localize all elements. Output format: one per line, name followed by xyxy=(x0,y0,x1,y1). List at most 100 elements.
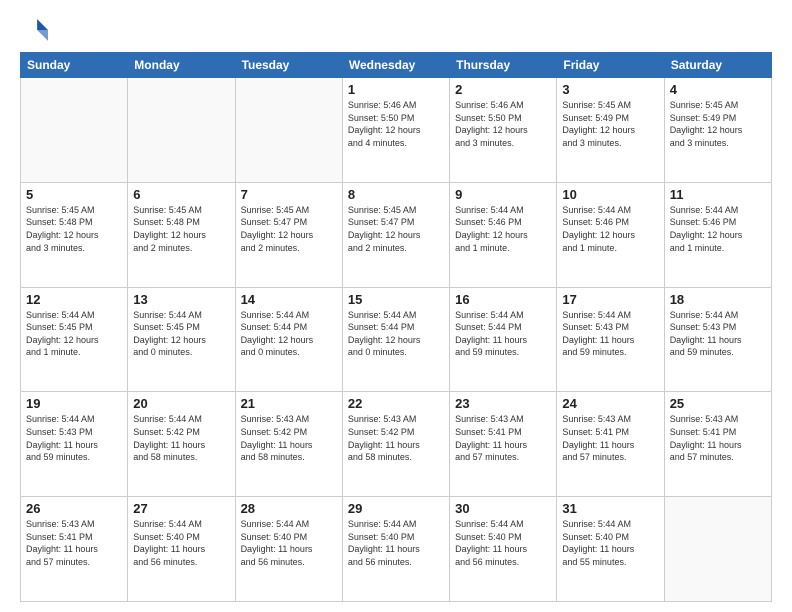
day-info: Sunrise: 5:46 AM Sunset: 5:50 PM Dayligh… xyxy=(348,99,444,149)
day-info: Sunrise: 5:46 AM Sunset: 5:50 PM Dayligh… xyxy=(455,99,551,149)
day-info: Sunrise: 5:43 AM Sunset: 5:41 PM Dayligh… xyxy=(670,413,766,463)
day-info: Sunrise: 5:44 AM Sunset: 5:40 PM Dayligh… xyxy=(348,518,444,568)
day-number: 22 xyxy=(348,396,444,411)
calendar-cell: 19 Sunrise: 5:44 AM Sunset: 5:43 PM Dayli… xyxy=(21,392,128,497)
day-number: 14 xyxy=(241,292,337,307)
day-info: Sunrise: 5:44 AM Sunset: 5:46 PM Dayligh… xyxy=(562,204,658,254)
logo xyxy=(20,16,52,44)
day-number: 25 xyxy=(670,396,766,411)
day-number: 28 xyxy=(241,501,337,516)
day-number: 18 xyxy=(670,292,766,307)
day-number: 29 xyxy=(348,501,444,516)
calendar-cell: 7 Sunrise: 5:45 AM Sunset: 5:47 PM Daylig… xyxy=(235,182,342,287)
calendar-cell: 29 Sunrise: 5:44 AM Sunset: 5:40 PM Dayli… xyxy=(342,497,449,602)
day-number: 19 xyxy=(26,396,122,411)
day-info: Sunrise: 5:45 AM Sunset: 5:49 PM Dayligh… xyxy=(670,99,766,149)
day-info: Sunrise: 5:44 AM Sunset: 5:44 PM Dayligh… xyxy=(455,309,551,359)
day-number: 2 xyxy=(455,82,551,97)
calendar-cell: 12 Sunrise: 5:44 AM Sunset: 5:45 PM Dayli… xyxy=(21,287,128,392)
day-number: 15 xyxy=(348,292,444,307)
calendar-week-4: 19 Sunrise: 5:44 AM Sunset: 5:43 PM Dayli… xyxy=(21,392,772,497)
day-info: Sunrise: 5:44 AM Sunset: 5:44 PM Dayligh… xyxy=(348,309,444,359)
calendar-cell: 23 Sunrise: 5:43 AM Sunset: 5:41 PM Dayli… xyxy=(450,392,557,497)
calendar-cell: 30 Sunrise: 5:44 AM Sunset: 5:40 PM Dayli… xyxy=(450,497,557,602)
day-info: Sunrise: 5:44 AM Sunset: 5:40 PM Dayligh… xyxy=(133,518,229,568)
day-info: Sunrise: 5:45 AM Sunset: 5:49 PM Dayligh… xyxy=(562,99,658,149)
calendar-cell xyxy=(235,78,342,183)
day-number: 1 xyxy=(348,82,444,97)
day-info: Sunrise: 5:44 AM Sunset: 5:46 PM Dayligh… xyxy=(455,204,551,254)
calendar-week-1: 1 Sunrise: 5:46 AM Sunset: 5:50 PM Daylig… xyxy=(21,78,772,183)
day-number: 3 xyxy=(562,82,658,97)
day-number: 27 xyxy=(133,501,229,516)
weekday-header-monday: Monday xyxy=(128,53,235,78)
weekday-header-wednesday: Wednesday xyxy=(342,53,449,78)
calendar-week-3: 12 Sunrise: 5:44 AM Sunset: 5:45 PM Dayli… xyxy=(21,287,772,392)
day-info: Sunrise: 5:43 AM Sunset: 5:42 PM Dayligh… xyxy=(241,413,337,463)
calendar-cell: 8 Sunrise: 5:45 AM Sunset: 5:47 PM Daylig… xyxy=(342,182,449,287)
day-info: Sunrise: 5:44 AM Sunset: 5:42 PM Dayligh… xyxy=(133,413,229,463)
day-number: 11 xyxy=(670,187,766,202)
calendar-cell: 21 Sunrise: 5:43 AM Sunset: 5:42 PM Dayli… xyxy=(235,392,342,497)
calendar-table: SundayMondayTuesdayWednesdayThursdayFrid… xyxy=(20,52,772,602)
calendar-cell xyxy=(664,497,771,602)
day-number: 8 xyxy=(348,187,444,202)
calendar-cell: 13Sunrise: 5:44 AM Sunset: 5:45 PM Dayli… xyxy=(128,287,235,392)
weekday-header-saturday: Saturday xyxy=(664,53,771,78)
calendar-cell: 9 Sunrise: 5:44 AM Sunset: 5:46 PM Daylig… xyxy=(450,182,557,287)
day-number: 17 xyxy=(562,292,658,307)
day-number: 10 xyxy=(562,187,658,202)
calendar-cell: 24 Sunrise: 5:43 AM Sunset: 5:41 PM Dayli… xyxy=(557,392,664,497)
day-number: 23 xyxy=(455,396,551,411)
day-number: 4 xyxy=(670,82,766,97)
calendar-cell: 1 Sunrise: 5:46 AM Sunset: 5:50 PM Daylig… xyxy=(342,78,449,183)
calendar-cell: 20Sunrise: 5:44 AM Sunset: 5:42 PM Dayli… xyxy=(128,392,235,497)
calendar-cell: 27 Sunrise: 5:44 AM Sunset: 5:40 PM Dayli… xyxy=(128,497,235,602)
calendar-cell: 18Sunrise: 5:44 AM Sunset: 5:43 PM Dayli… xyxy=(664,287,771,392)
calendar-cell: 10 Sunrise: 5:44 AM Sunset: 5:46 PM Dayli… xyxy=(557,182,664,287)
calendar-cell: 28Sunrise: 5:44 AM Sunset: 5:40 PM Dayli… xyxy=(235,497,342,602)
day-info: Sunrise: 5:44 AM Sunset: 5:43 PM Dayligh… xyxy=(26,413,122,463)
day-number: 5 xyxy=(26,187,122,202)
calendar-cell: 31 Sunrise: 5:44 AM Sunset: 5:40 PM Dayli… xyxy=(557,497,664,602)
day-number: 6 xyxy=(133,187,229,202)
day-number: 21 xyxy=(241,396,337,411)
calendar-cell xyxy=(21,78,128,183)
day-number: 16 xyxy=(455,292,551,307)
day-info: Sunrise: 5:44 AM Sunset: 5:45 PM Dayligh… xyxy=(26,309,122,359)
day-info: Sunrise: 5:44 AM Sunset: 5:40 PM Dayligh… xyxy=(562,518,658,568)
calendar-cell: 5 Sunrise: 5:45 AM Sunset: 5:48 PM Daylig… xyxy=(21,182,128,287)
day-number: 24 xyxy=(562,396,658,411)
day-number: 7 xyxy=(241,187,337,202)
day-number: 12 xyxy=(26,292,122,307)
calendar-cell: 6 Sunrise: 5:45 AM Sunset: 5:48 PM Daylig… xyxy=(128,182,235,287)
day-info: Sunrise: 5:43 AM Sunset: 5:41 PM Dayligh… xyxy=(455,413,551,463)
day-info: Sunrise: 5:43 AM Sunset: 5:41 PM Dayligh… xyxy=(562,413,658,463)
calendar-cell xyxy=(128,78,235,183)
day-info: Sunrise: 5:45 AM Sunset: 5:48 PM Dayligh… xyxy=(133,204,229,254)
page: SundayMondayTuesdayWednesdayThursdayFrid… xyxy=(0,0,792,612)
day-number: 30 xyxy=(455,501,551,516)
calendar-week-5: 26Sunrise: 5:43 AM Sunset: 5:41 PM Dayli… xyxy=(21,497,772,602)
day-number: 13 xyxy=(133,292,229,307)
weekday-header-row: SundayMondayTuesdayWednesdayThursdayFrid… xyxy=(21,53,772,78)
day-info: Sunrise: 5:44 AM Sunset: 5:40 PM Dayligh… xyxy=(455,518,551,568)
day-info: Sunrise: 5:45 AM Sunset: 5:48 PM Dayligh… xyxy=(26,204,122,254)
header xyxy=(20,16,772,44)
calendar-cell: 3 Sunrise: 5:45 AM Sunset: 5:49 PM Daylig… xyxy=(557,78,664,183)
calendar-cell: 14Sunrise: 5:44 AM Sunset: 5:44 PM Dayli… xyxy=(235,287,342,392)
day-info: Sunrise: 5:45 AM Sunset: 5:47 PM Dayligh… xyxy=(241,204,337,254)
calendar-cell: 11 Sunrise: 5:44 AM Sunset: 5:46 PM Dayli… xyxy=(664,182,771,287)
calendar-cell: 2 Sunrise: 5:46 AM Sunset: 5:50 PM Daylig… xyxy=(450,78,557,183)
day-info: Sunrise: 5:43 AM Sunset: 5:42 PM Dayligh… xyxy=(348,413,444,463)
day-info: Sunrise: 5:44 AM Sunset: 5:43 PM Dayligh… xyxy=(562,309,658,359)
day-number: 31 xyxy=(562,501,658,516)
calendar-cell: 22 Sunrise: 5:43 AM Sunset: 5:42 PM Dayli… xyxy=(342,392,449,497)
day-number: 9 xyxy=(455,187,551,202)
calendar-cell: 4 Sunrise: 5:45 AM Sunset: 5:49 PM Daylig… xyxy=(664,78,771,183)
calendar-cell: 17 Sunrise: 5:44 AM Sunset: 5:43 PM Dayli… xyxy=(557,287,664,392)
day-info: Sunrise: 5:44 AM Sunset: 5:46 PM Dayligh… xyxy=(670,204,766,254)
day-number: 26 xyxy=(26,501,122,516)
day-info: Sunrise: 5:45 AM Sunset: 5:47 PM Dayligh… xyxy=(348,204,444,254)
calendar-cell: 25 Sunrise: 5:43 AM Sunset: 5:41 PM Dayli… xyxy=(664,392,771,497)
